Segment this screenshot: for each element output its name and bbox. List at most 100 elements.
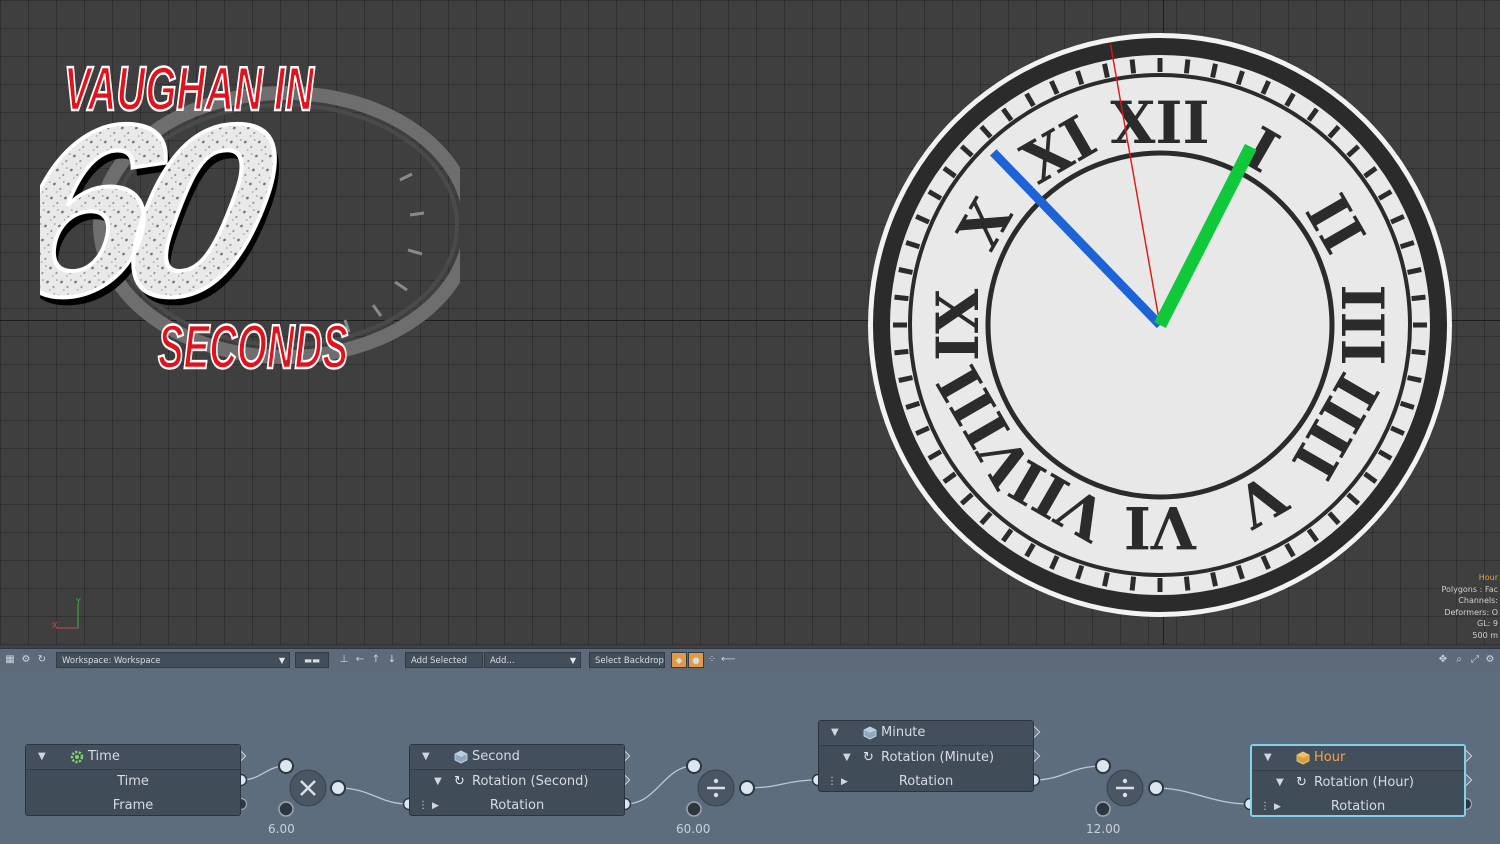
- add-dropdown[interactable]: Add... ▼: [484, 652, 581, 668]
- node-time-channel-time[interactable]: Time: [26, 770, 240, 794]
- settings-icon[interactable]: ⚙: [1483, 652, 1497, 668]
- node-minute-header[interactable]: ▼ Minute: [819, 721, 1033, 746]
- divide-operator-12-value: 12.00: [1086, 822, 1121, 836]
- clock-model[interactable]: XII IIIIIIIIIIVVIVIIVIIIIXXXI: [860, 25, 1460, 625]
- divide-operator-60-value: 60.00: [676, 822, 711, 836]
- channel-label: Rotation: [898, 774, 954, 789]
- clock-minute-tick: [1411, 348, 1426, 356]
- arrow-down-icon[interactable]: ↓: [385, 652, 399, 668]
- svg-text:X: X: [52, 621, 58, 630]
- arrow-left-icon[interactable]: ←: [353, 652, 367, 668]
- hierarchy-icon[interactable]: ⊥: [337, 652, 351, 668]
- viewport-info-overlay: Hour Polygons : Fac Channels: Deformers:…: [1441, 572, 1498, 641]
- vaughan-in-60-seconds-logo: 60 60 VAUGHAN IN SECONDS: [40, 54, 460, 383]
- collapse-icon[interactable]: ▼: [1276, 771, 1284, 795]
- multiply-operator[interactable]: [278, 758, 346, 817]
- node-time-header[interactable]: ▼ Time: [26, 745, 240, 770]
- workspace-select[interactable]: Workspace: Workspace ▼: [56, 652, 290, 668]
- node-hour-transform[interactable]: ▼ ↻ Rotation (Hour): [1252, 771, 1464, 795]
- divide-operator-12[interactable]: [1095, 758, 1164, 817]
- info-line-channels: Channels:: [1458, 596, 1498, 605]
- clock-minute-tick: [1406, 267, 1422, 275]
- multiply-operator-value: 6.00: [268, 822, 295, 836]
- node-second-transform[interactable]: ▼ ↻ Rotation (Second): [410, 770, 624, 794]
- refresh-icon[interactable]: ↻: [35, 652, 49, 668]
- cube-icon: [1296, 751, 1310, 765]
- node-minute[interactable]: ▼ Minute ▼ ↻ Rotation (Minute) ⋮ ▶ Rotat…: [818, 720, 1034, 792]
- svg-text:Y: Y: [75, 597, 81, 606]
- node-hour-header[interactable]: ▼ Hour: [1252, 746, 1464, 771]
- node-time-channel-frame[interactable]: Frame: [26, 794, 240, 818]
- node-second-transform-label: Rotation (Second): [472, 774, 589, 789]
- channel-label: Rotation: [489, 798, 545, 813]
- clock-minute-tick: [1406, 375, 1422, 383]
- viewport-3d[interactable]: 60 60 VAUGHAN IN SECONDS XII I II III IIII V V…: [0, 0, 1500, 645]
- collapse-icon[interactable]: ▼: [434, 770, 442, 794]
- node-hour[interactable]: ▼ Hour ▼ ↻ Rotation (Hour) ⋮ ▶ Rotation: [1250, 744, 1466, 817]
- node-minute-transform[interactable]: ▼ ↻ Rotation (Minute): [819, 746, 1033, 770]
- info-line-selected: Hour: [1478, 573, 1498, 582]
- node-minute-title: Minute: [881, 725, 926, 740]
- rotation-icon: ↻: [863, 750, 874, 765]
- grid-icon[interactable]: ▬▬: [295, 652, 329, 668]
- grid-icon[interactable]: ⁘: [705, 652, 719, 668]
- collapse-icon[interactable]: ▼: [831, 721, 839, 745]
- clock-minute-tick: [898, 267, 914, 275]
- clock-minute-tick: [894, 348, 909, 356]
- channel-label: Frame: [112, 798, 154, 813]
- info-line-polygons: Polygons : Fac: [1441, 584, 1498, 594]
- node-time[interactable]: ▼ Time Time Frame: [25, 744, 241, 816]
- node-color-toggle-b[interactable]: ●: [688, 652, 704, 668]
- add-dropdown-label: Add...: [490, 656, 515, 666]
- node-hour-transform-label: Rotation (Hour): [1314, 775, 1414, 790]
- clock-gear-icon: [70, 750, 84, 764]
- clock-minute-tick: [1129, 59, 1137, 74]
- clock-minute-tick: [1102, 571, 1110, 587]
- zoom-icon[interactable]: ⌕: [1452, 652, 1466, 668]
- node-minute-transform-label: Rotation (Minute): [881, 750, 995, 765]
- cube-icon: [454, 750, 468, 764]
- clock-numeral: III: [1328, 284, 1396, 365]
- divide-operator-60[interactable]: [686, 758, 755, 817]
- move-icon[interactable]: ✥: [1436, 652, 1450, 668]
- group-icon[interactable]: ▦: [3, 652, 17, 668]
- clock-numeral: VI: [1124, 493, 1197, 561]
- node-hour-title: Hour: [1314, 750, 1346, 765]
- fit-icon[interactable]: ⤢: [1468, 652, 1482, 668]
- schematic-toolbar: ▦ ⚙ ↻ Workspace: Workspace ▼ ▬▬ ⊥ ← ↑ ↓ …: [0, 648, 1500, 672]
- node-color-toggle-a[interactable]: ◆: [671, 652, 687, 668]
- arrow-up-icon[interactable]: ↑: [369, 652, 383, 668]
- node-second-header[interactable]: ▼ Second: [410, 745, 624, 770]
- collapse-icon[interactable]: ▼: [38, 745, 46, 769]
- arrow-left-icon[interactable]: ⟵: [721, 652, 735, 668]
- clock-numeral: XII: [1110, 89, 1209, 157]
- clock-minute-tick: [1183, 576, 1191, 591]
- chevron-down-icon: ▼: [278, 656, 285, 665]
- node-second[interactable]: ▼ Second ▼ ↻ Rotation (Second) ⋮ ▶ Rotat…: [409, 744, 625, 816]
- rotation-icon: ↻: [1296, 775, 1307, 790]
- collapse-icon[interactable]: ▼: [422, 745, 430, 769]
- gear-icon[interactable]: ⚙: [19, 652, 33, 668]
- info-line-gl: GL: 9: [1477, 619, 1498, 628]
- clock-minute-tick: [1129, 576, 1137, 591]
- clock-minute-tick: [1210, 63, 1218, 79]
- node-minute-channel-rotation[interactable]: ⋮ ▶ Rotation: [819, 770, 1033, 794]
- clock-minute-tick: [898, 375, 914, 383]
- select-backdrop-button[interactable]: Select Backdrop: [589, 652, 665, 668]
- clock-minute-tick: [1411, 294, 1426, 302]
- workspace-select-label: Workspace: Workspace: [62, 656, 161, 666]
- collapse-icon[interactable]: ▼: [1264, 746, 1272, 770]
- rotation-icon: ↻: [454, 774, 465, 789]
- logo-line1: VAUGHAN IN: [64, 55, 315, 124]
- node-time-title: Time: [88, 749, 120, 764]
- select-backdrop-label: Select Backdrop: [595, 656, 664, 666]
- node-hour-channel-rotation[interactable]: ⋮ ▶ Rotation: [1252, 795, 1464, 819]
- collapse-icon[interactable]: ▼: [843, 746, 851, 770]
- schematic-graph[interactable]: ▼ Time Time Frame ▼ Second ▼ ↻ Rotation …: [0, 671, 1500, 844]
- node-second-channel-rotation[interactable]: ⋮ ▶ Rotation: [410, 794, 624, 818]
- clock-numeral: IX: [924, 289, 992, 361]
- clock-minute-tick: [1210, 571, 1218, 587]
- add-selected-button[interactable]: Add Selected: [405, 652, 483, 668]
- axis-gizmo: Y X: [52, 597, 81, 630]
- clock-minute-tick: [1183, 59, 1191, 74]
